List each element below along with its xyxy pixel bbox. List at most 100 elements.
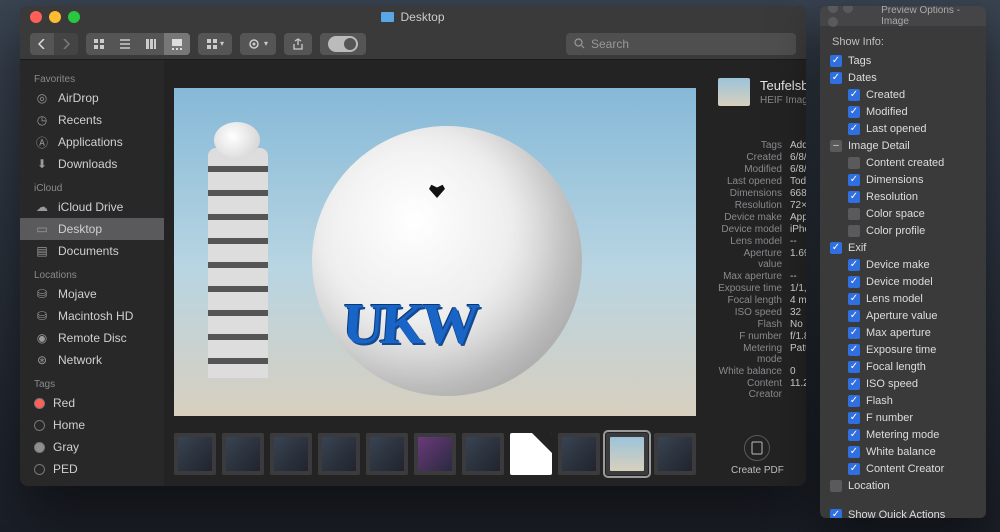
meta-value[interactable]: Add Tags... xyxy=(790,140,806,151)
sidebar-item-label: AirDrop xyxy=(58,91,99,105)
option-resolution[interactable]: ✓Resolution xyxy=(830,188,976,205)
sidebar-item-ped[interactable]: PED xyxy=(20,458,164,480)
option-color-space[interactable]: Color space xyxy=(830,205,976,222)
checkbox-icon: ✓ xyxy=(848,344,860,356)
option-label: Device make xyxy=(866,259,930,271)
option-device-model[interactable]: ✓Device model xyxy=(830,273,976,290)
sidebar-item-documents[interactable]: ▤Documents xyxy=(20,240,164,262)
create-pdf-action[interactable]: Create PDF xyxy=(731,435,784,476)
option-dates[interactable]: ✓Dates xyxy=(830,69,976,86)
create-pdf-label: Create PDF xyxy=(731,465,784,476)
forward-button[interactable] xyxy=(54,33,78,55)
column-view-button[interactable] xyxy=(138,33,164,55)
option-location[interactable]: Location xyxy=(830,477,976,494)
checkbox-icon: ✓ xyxy=(848,429,860,441)
meta-value: Today, 2:19 PM xyxy=(790,176,806,187)
meta-value: -- xyxy=(790,236,806,247)
option-lens-model[interactable]: ✓Lens model xyxy=(830,290,976,307)
option-device-make[interactable]: ✓Device make xyxy=(830,256,976,273)
thumbnail[interactable] xyxy=(558,433,600,475)
sidebar-item-red[interactable]: Red xyxy=(20,392,164,414)
sidebar-item-gray[interactable]: Gray xyxy=(20,436,164,458)
checkbox-icon xyxy=(848,208,860,220)
option-exposure-time[interactable]: ✓Exposure time xyxy=(830,341,976,358)
option-content-created[interactable]: Content created xyxy=(830,154,976,171)
disk-icon: ⛁ xyxy=(34,309,50,323)
action-button[interactable]: ▾ xyxy=(240,33,276,55)
option-color-profile[interactable]: Color profile xyxy=(830,222,976,239)
meta-value: iPhone X xyxy=(790,224,806,235)
thumbnail[interactable] xyxy=(654,433,696,475)
meta-key: Tags xyxy=(718,140,790,151)
titlebar[interactable]: Desktop xyxy=(20,6,806,28)
option-max-aperture[interactable]: ✓Max aperture xyxy=(830,324,976,341)
option-content-creator[interactable]: ✓Content Creator xyxy=(830,460,976,477)
option-flash[interactable]: ✓Flash xyxy=(830,392,976,409)
sidebar-item-icloud-drive[interactable]: ☁iCloud Drive xyxy=(20,196,164,218)
sidebar-item-downloads[interactable]: ⬇Downloads xyxy=(20,153,164,175)
thumbnail[interactable] xyxy=(462,433,504,475)
sidebar-item-desktop[interactable]: ▭Desktop xyxy=(20,218,164,240)
thumbnail[interactable] xyxy=(318,433,360,475)
thumbnail-strip[interactable] xyxy=(174,430,696,478)
option-metering-mode[interactable]: ✓Metering mode xyxy=(830,426,976,443)
sidebar-item-purple[interactable]: Purple xyxy=(20,480,164,486)
search-input[interactable]: Search xyxy=(566,33,796,55)
thumbnail[interactable] xyxy=(366,433,408,475)
sidebar-item-home[interactable]: Home xyxy=(20,414,164,436)
thumbnail-selected[interactable] xyxy=(606,433,648,475)
meta-key: Modified xyxy=(718,164,790,175)
meta-key: ISO speed xyxy=(718,307,790,318)
checkbox-icon xyxy=(830,480,842,492)
gallery-preview[interactable]: UKW xyxy=(174,88,696,416)
option-focal-length[interactable]: ✓Focal length xyxy=(830,358,976,375)
option-exif[interactable]: ✓Exif xyxy=(830,239,976,256)
option-tags[interactable]: ✓Tags xyxy=(830,52,976,69)
option-iso-speed[interactable]: ✓ISO speed xyxy=(830,375,976,392)
thumbnail[interactable] xyxy=(414,433,456,475)
share-button[interactable] xyxy=(284,33,312,55)
sidebar-item-label: Recents xyxy=(58,113,102,127)
thumbnail[interactable] xyxy=(222,433,264,475)
icon-view-button[interactable] xyxy=(86,33,112,55)
sidebar-item-recents[interactable]: ◷Recents xyxy=(20,109,164,131)
thumbnail[interactable] xyxy=(270,433,312,475)
meta-key: Device model xyxy=(718,224,790,235)
option-aperture-value[interactable]: ✓Aperture value xyxy=(830,307,976,324)
option-last-opened[interactable]: ✓Last opened xyxy=(830,120,976,137)
option-white-balance[interactable]: ✓White balance xyxy=(830,443,976,460)
option-label: ISO speed xyxy=(866,378,918,390)
close-icon[interactable] xyxy=(828,6,838,13)
option-label: Resolution xyxy=(866,191,918,203)
panel-titlebar[interactable]: Preview Options - Image xyxy=(820,6,986,26)
thumbnail[interactable] xyxy=(174,433,216,475)
meta-key: Exposure time xyxy=(718,283,790,294)
option-image-detail[interactable]: –Image Detail xyxy=(830,137,976,154)
sidebar-item-mojave[interactable]: ⛁Mojave xyxy=(20,283,164,305)
tag-dot-icon xyxy=(34,464,45,475)
option-created[interactable]: ✓Created xyxy=(830,86,976,103)
sidebar-item-network[interactable]: ⊛Network xyxy=(20,349,164,371)
option-dimensions[interactable]: ✓Dimensions xyxy=(830,171,976,188)
sidebar-item-remote-disc[interactable]: ◉Remote Disc xyxy=(20,327,164,349)
show-quick-actions-label: Show Quick Actions xyxy=(848,509,945,519)
list-view-button[interactable] xyxy=(112,33,138,55)
sidebar-item-label: Applications xyxy=(58,135,123,149)
sidebar-item-applications[interactable]: ⒶApplications xyxy=(20,131,164,153)
back-button[interactable] xyxy=(30,33,54,55)
arrange-button[interactable]: ▾ xyxy=(198,33,232,55)
meta-key: Content Creator xyxy=(718,378,790,400)
sidebar-item-label: Macintosh HD xyxy=(58,309,133,323)
sidebar-item-airdrop[interactable]: ◎AirDrop xyxy=(20,87,164,109)
thumbnail[interactable] xyxy=(510,433,552,475)
option-modified[interactable]: ✓Modified xyxy=(830,103,976,120)
option-f-number[interactable]: ✓F number xyxy=(830,409,976,426)
gallery-view-button[interactable] xyxy=(164,33,190,55)
sidebar-item-label: Desktop xyxy=(58,222,102,236)
tags-button[interactable] xyxy=(320,33,366,55)
sidebar: Favorites◎AirDrop◷RecentsⒶApplications⬇D… xyxy=(20,60,164,486)
sidebar-item-macintosh-hd[interactable]: ⛁ Macintosh HD xyxy=(20,305,164,327)
minimize-icon[interactable] xyxy=(843,6,853,13)
show-quick-actions-checkbox[interactable]: ✓ Show Quick Actions xyxy=(830,506,976,518)
checkbox-icon: ✓ xyxy=(848,412,860,424)
